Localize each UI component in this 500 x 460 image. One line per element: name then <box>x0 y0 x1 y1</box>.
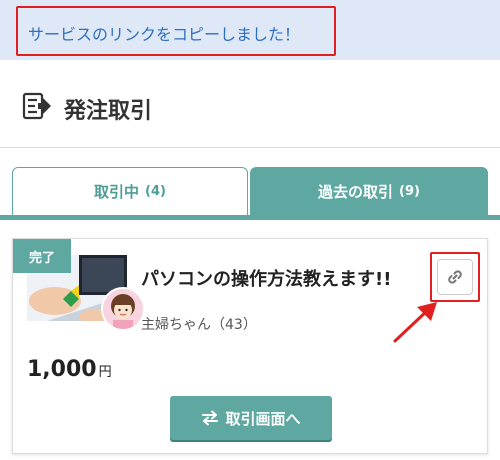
order-card: 完了 パソコンの操作方法教えます!! 主婦ちゃん（43） 1,000 円 取引画… <box>12 238 488 454</box>
tab-label: 過去の取引 <box>318 182 394 201</box>
order-tabs: 取引中 (4) 過去の取引 (9) <box>12 167 488 215</box>
tab-label: 取引中 <box>94 183 140 201</box>
avatar-illustration <box>103 289 143 329</box>
toast-message: サービスのリンクをコピーしました！ <box>28 25 301 44</box>
price-currency: 円 <box>98 365 112 380</box>
document-arrow-icon <box>22 92 51 120</box>
link-icon <box>448 270 462 284</box>
seller-avatar[interactable] <box>101 287 145 331</box>
open-transaction-button[interactable]: 取引画面へ <box>170 396 332 440</box>
tab-in-progress[interactable]: 取引中 (4) <box>12 167 248 215</box>
tab-count: (4) <box>145 184 166 199</box>
tab-underline <box>0 215 500 220</box>
status-badge: 完了 <box>13 239 71 273</box>
tab-past-orders[interactable]: 過去の取引 (9) <box>250 167 488 215</box>
copy-link-button[interactable] <box>437 259 473 295</box>
service-title[interactable]: パソコンの操作方法教えます!! <box>141 265 391 291</box>
seller-name[interactable]: 主婦ちゃん（43） <box>141 314 257 334</box>
page-title: 発注取引 <box>64 99 153 124</box>
tab-count: (9) <box>399 183 420 199</box>
order-price: 1,000 円 <box>27 357 112 382</box>
swap-arrows-icon <box>202 410 219 426</box>
page-header: 発注取引 <box>0 60 500 148</box>
annotation-arrow-icon <box>393 302 437 343</box>
open-transaction-label: 取引画面へ <box>225 409 301 428</box>
copy-toast: サービスのリンクをコピーしました！ <box>0 0 500 60</box>
price-value: 1,000 <box>27 357 97 382</box>
